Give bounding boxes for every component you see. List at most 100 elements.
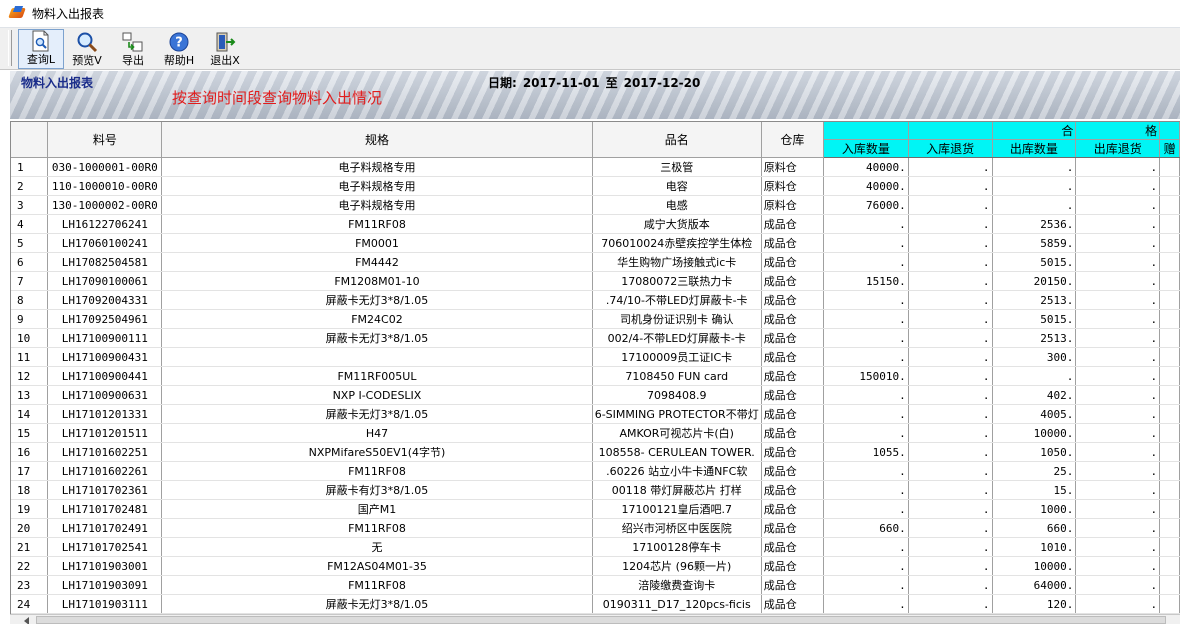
- part-no-cell[interactable]: LH17101903001: [47, 556, 163, 576]
- column-header-product-name[interactable]: 品名: [592, 122, 762, 158]
- table-row[interactable]: 4 LH16122706241 FM11RF08 咸宁大货版本 成品仓.. 2536..: [11, 214, 1180, 234]
- warehouse-cell[interactable]: 成品仓: [761, 594, 824, 614]
- out-return-cell[interactable]: .: [1075, 347, 1161, 367]
- spec-cell[interactable]: NXPMifareS50EV1(4字节): [161, 442, 593, 462]
- in-return-cell[interactable]: .: [908, 575, 993, 595]
- warehouse-cell[interactable]: 成品仓: [761, 461, 824, 481]
- out-qty-cell[interactable]: 5015.: [992, 252, 1077, 272]
- in-qty-cell[interactable]: .: [823, 594, 909, 614]
- in-qty-cell[interactable]: 40000.: [823, 176, 909, 196]
- part-no-cell[interactable]: 130-1000002-00R0: [47, 195, 163, 215]
- out-return-cell[interactable]: .: [1075, 328, 1161, 348]
- export-button[interactable]: 导出: [110, 29, 156, 69]
- out-qty-cell[interactable]: 10000.: [992, 556, 1077, 576]
- report-grid[interactable]: 料号 规格 品名 仓库 合 格 入库数量 入库退货 出库数量 出库退货 赠 10…: [10, 121, 1180, 614]
- in-return-cell[interactable]: .: [908, 556, 993, 576]
- part-no-cell[interactable]: LH17101201331: [47, 404, 163, 424]
- warehouse-cell[interactable]: 成品仓: [761, 366, 824, 386]
- warehouse-cell[interactable]: 成品仓: [761, 309, 824, 329]
- in-return-cell[interactable]: .: [908, 461, 993, 481]
- column-header-spec[interactable]: 规格: [161, 122, 593, 158]
- out-qty-cell[interactable]: 300.: [992, 347, 1077, 367]
- in-return-cell[interactable]: .: [908, 195, 993, 215]
- in-return-cell[interactable]: .: [908, 480, 993, 500]
- row-index[interactable]: 1: [11, 157, 49, 177]
- spec-cell[interactable]: FM11RF08: [161, 214, 593, 234]
- in-qty-cell[interactable]: .: [823, 309, 909, 329]
- in-return-cell[interactable]: .: [908, 328, 993, 348]
- row-index[interactable]: 15: [11, 423, 49, 443]
- row-index[interactable]: 19: [11, 499, 49, 519]
- spec-cell[interactable]: NXP I-CODESLIX: [161, 385, 593, 405]
- product-name-cell[interactable]: 108558- CERULEAN TOWER.: [592, 442, 762, 462]
- out-qty-cell[interactable]: .: [992, 366, 1077, 386]
- out-qty-cell[interactable]: .: [992, 195, 1077, 215]
- in-return-cell[interactable]: .: [908, 233, 993, 253]
- warehouse-cell[interactable]: 成品仓: [761, 537, 824, 557]
- gift-cell[interactable]: [1159, 442, 1180, 462]
- warehouse-cell[interactable]: 成品仓: [761, 347, 824, 367]
- out-qty-cell[interactable]: 5859.: [992, 233, 1077, 253]
- out-return-cell[interactable]: .: [1075, 480, 1161, 500]
- table-row[interactable]: 6 LH17082504581 FM4442 华生购物广场接触式ic卡 成品仓.. 501…: [11, 252, 1180, 272]
- table-row[interactable]: 20 LH17101702491 FM11RF08 绍兴市河桥区中医医院 成品仓 660.…: [11, 518, 1180, 538]
- row-index[interactable]: 8: [11, 290, 49, 310]
- table-row[interactable]: 1 030-1000001-00R0 电子料规格专用 三极管 原料仓 40000....: [11, 157, 1180, 177]
- product-name-cell[interactable]: 17100121皇后酒吧.7: [592, 499, 762, 519]
- row-index[interactable]: 14: [11, 404, 49, 424]
- gift-cell[interactable]: [1159, 157, 1180, 177]
- help-button[interactable]: ? 帮助H: [156, 29, 202, 69]
- in-qty-cell[interactable]: 1055.: [823, 442, 909, 462]
- out-qty-cell[interactable]: 10000.: [992, 423, 1077, 443]
- part-no-cell[interactable]: LH17092004331: [47, 290, 163, 310]
- in-qty-cell[interactable]: .: [823, 499, 909, 519]
- table-row[interactable]: 5 LH17060100241 FM0001 706010024赤壁疾控学生体检 成品仓…: [11, 233, 1180, 253]
- row-index[interactable]: 22: [11, 556, 49, 576]
- table-row[interactable]: 18 LH17101702361 屏蔽卡有灯3*8/1.05 00118 带灯屏蔽芯片…: [11, 480, 1180, 500]
- part-no-cell[interactable]: LH17101201511: [47, 423, 163, 443]
- warehouse-cell[interactable]: 成品仓: [761, 328, 824, 348]
- spec-cell[interactable]: 屏蔽卡无灯3*8/1.05: [161, 290, 593, 310]
- gift-cell[interactable]: [1159, 252, 1180, 272]
- part-no-cell[interactable]: LH17092504961: [47, 309, 163, 329]
- out-return-cell[interactable]: .: [1075, 195, 1161, 215]
- warehouse-cell[interactable]: 成品仓: [761, 214, 824, 234]
- part-no-cell[interactable]: LH17101602251: [47, 442, 163, 462]
- table-row[interactable]: 21 LH17101702541 无 17100128停车卡 成品仓.. 1010..: [11, 537, 1180, 557]
- column-header-out-return[interactable]: 出库退货: [1075, 139, 1161, 158]
- table-row[interactable]: 13 LH17100900631 NXP I-CODESLIX 7098408.9 成品…: [11, 385, 1180, 405]
- out-return-cell[interactable]: .: [1075, 499, 1161, 519]
- product-name-cell[interactable]: 6-SIMMING PROTECTOR不带灯: [592, 404, 762, 424]
- row-index[interactable]: 5: [11, 233, 49, 253]
- in-qty-cell[interactable]: .: [823, 347, 909, 367]
- spec-cell[interactable]: 无: [161, 537, 593, 557]
- gift-cell[interactable]: [1159, 195, 1180, 215]
- out-qty-cell[interactable]: .: [992, 176, 1077, 196]
- gift-cell[interactable]: [1159, 499, 1180, 519]
- in-return-cell[interactable]: .: [908, 157, 993, 177]
- row-index[interactable]: 16: [11, 442, 49, 462]
- in-return-cell[interactable]: .: [908, 290, 993, 310]
- out-return-cell[interactable]: .: [1075, 442, 1161, 462]
- in-qty-cell[interactable]: .: [823, 214, 909, 234]
- warehouse-cell[interactable]: 原料仓: [761, 176, 824, 196]
- warehouse-cell[interactable]: 成品仓: [761, 499, 824, 519]
- gift-cell[interactable]: [1159, 271, 1180, 291]
- out-return-cell[interactable]: .: [1075, 423, 1161, 443]
- out-return-cell[interactable]: .: [1075, 271, 1161, 291]
- part-no-cell[interactable]: LH17100900441: [47, 366, 163, 386]
- in-qty-cell[interactable]: .: [823, 575, 909, 595]
- out-return-cell[interactable]: .: [1075, 290, 1161, 310]
- product-name-cell[interactable]: 涪陵缴费查询卡: [592, 575, 762, 595]
- in-qty-cell[interactable]: 15150.: [823, 271, 909, 291]
- warehouse-cell[interactable]: 成品仓: [761, 385, 824, 405]
- gift-cell[interactable]: [1159, 575, 1180, 595]
- in-return-cell[interactable]: .: [908, 176, 993, 196]
- part-no-cell[interactable]: LH17101702491: [47, 518, 163, 538]
- in-qty-cell[interactable]: .: [823, 556, 909, 576]
- part-no-cell[interactable]: LH17101602261: [47, 461, 163, 481]
- in-return-cell[interactable]: .: [908, 214, 993, 234]
- out-qty-cell[interactable]: 20150.: [992, 271, 1077, 291]
- gift-cell[interactable]: [1159, 309, 1180, 329]
- out-return-cell[interactable]: .: [1075, 214, 1161, 234]
